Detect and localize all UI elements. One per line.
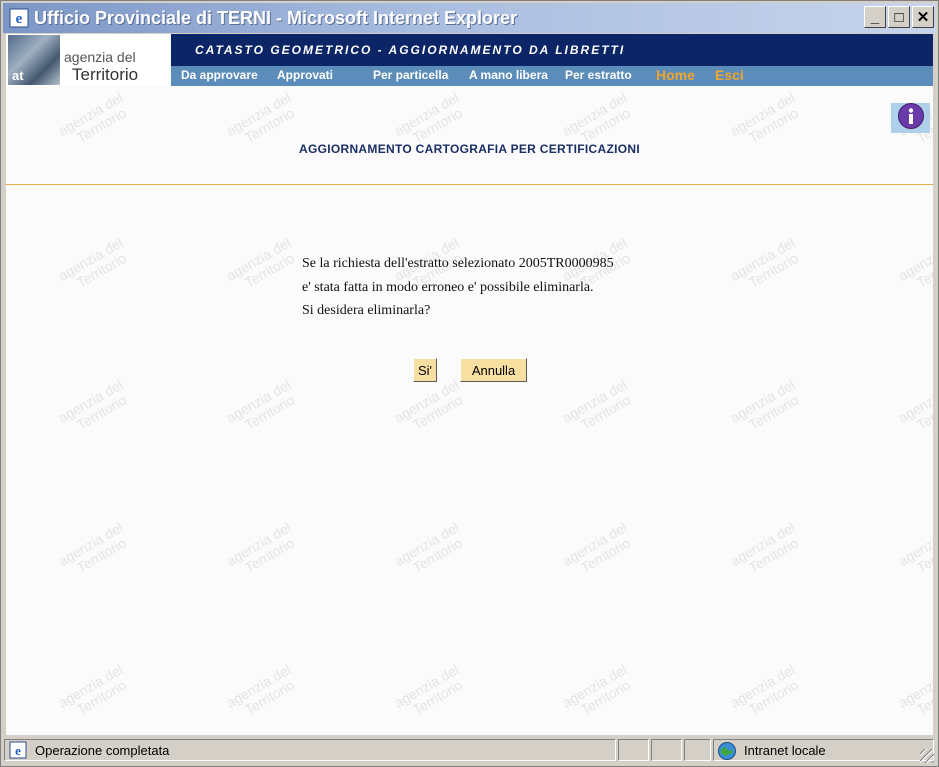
svg-text:e: e bbox=[16, 11, 23, 27]
status-text: Operazione completata bbox=[35, 743, 170, 758]
banner-title: CATASTO GEOMETRICO - AGGIORNAMENTO DA LI… bbox=[195, 43, 626, 57]
menu-per-particella[interactable]: Per particella bbox=[373, 68, 448, 82]
watermark-logo: agenzia del Territorio bbox=[727, 376, 801, 437]
watermark-logo: agenzia del Territorio bbox=[223, 376, 297, 437]
menu-a-mano-libera[interactable]: A mano libera bbox=[469, 68, 548, 82]
logo-line2: Territorio bbox=[72, 65, 139, 84]
zone-text: Intranet locale bbox=[744, 743, 826, 758]
maximize-button[interactable]: □ bbox=[888, 6, 910, 28]
watermark-logo: agenzia del Territorio bbox=[727, 234, 801, 295]
info-icon bbox=[897, 102, 925, 135]
site-header: at agenzia del Territorio CATASTO GEOMET… bbox=[6, 34, 933, 86]
menu-per-estratto[interactable]: Per estratto bbox=[565, 68, 632, 82]
menu-esci[interactable]: Esci bbox=[715, 67, 744, 83]
window-title: Ufficio Provinciale di TERNI - Microsoft… bbox=[34, 7, 518, 28]
page-content: agenzia del Territorio agenzia del Territ… bbox=[6, 34, 933, 735]
watermark-logo: agenzia del Territorio bbox=[727, 661, 801, 722]
resize-grip[interactable] bbox=[920, 749, 934, 763]
ie-page-icon: e bbox=[9, 741, 27, 764]
watermark-logo: agenzia del Territorio bbox=[55, 376, 129, 437]
close-button[interactable]: ✕ bbox=[912, 6, 934, 28]
watermark-logo: agenzia del Territorio bbox=[559, 519, 633, 580]
status-panel bbox=[684, 739, 711, 761]
message-line: Se la richiesta dell'estratto selezionat… bbox=[302, 256, 614, 271]
info-button[interactable] bbox=[891, 102, 930, 135]
confirm-message: Se la richiesta dell'estratto selezionat… bbox=[302, 252, 614, 323]
ie-icon: e bbox=[8, 7, 30, 29]
divider bbox=[6, 184, 933, 185]
message-line: e' stata fatta in modo erroneo e' possib… bbox=[302, 279, 594, 295]
watermark-logo: agenzia del Territorio bbox=[55, 234, 129, 295]
banner: CATASTO GEOMETRICO - AGGIORNAMENTO DA LI… bbox=[171, 34, 933, 66]
menu-home[interactable]: Home bbox=[656, 67, 695, 83]
watermark-logo: agenzia del Territorio bbox=[559, 661, 633, 722]
globe-icon bbox=[717, 741, 737, 766]
watermark-logo: agenzia del Territorio bbox=[391, 519, 465, 580]
watermark-logo: agenzia del Territorio bbox=[895, 234, 933, 291]
minimize-button[interactable]: _ bbox=[864, 6, 886, 28]
watermark-logo: agenzia del Territorio bbox=[559, 376, 633, 437]
status-bar: e Operazione completata Intranet locale bbox=[3, 737, 936, 765]
page-title: AGGIORNAMENTO CARTOGRAFIA PER CERTIFICAZ… bbox=[299, 142, 640, 156]
watermark-logo: agenzia del Territorio bbox=[223, 661, 297, 722]
watermark-logo: agenzia del Territorio bbox=[895, 661, 933, 718]
watermark-logo: agenzia del Territorio bbox=[559, 89, 633, 150]
watermark-logo: agenzia del Territorio bbox=[895, 376, 933, 433]
watermark-logo: agenzia del Territorio bbox=[55, 89, 129, 150]
title-bar: e Ufficio Provinciale di TERNI - Microso… bbox=[3, 3, 936, 33]
menu-approvati[interactable]: Approvati bbox=[277, 68, 333, 82]
nav-menu: Da approvare Approvati Per particella A … bbox=[171, 66, 933, 86]
status-panel bbox=[651, 739, 682, 761]
svg-text:e: e bbox=[15, 743, 21, 758]
watermark-layer: agenzia del Territorio agenzia del Territ… bbox=[6, 34, 933, 735]
watermark-logo: agenzia del Territorio bbox=[895, 519, 933, 576]
cancel-button[interactable]: Annulla bbox=[460, 358, 527, 382]
agency-logo[interactable]: at agenzia del Territorio bbox=[6, 34, 170, 86]
browser-window: e Ufficio Provinciale di TERNI - Microso… bbox=[0, 0, 939, 767]
watermark-logo: agenzia del Territorio bbox=[223, 519, 297, 580]
watermark-logo: agenzia del Territorio bbox=[727, 519, 801, 580]
logo-badge: at bbox=[12, 68, 24, 83]
status-panel bbox=[618, 739, 649, 761]
watermark-logo: agenzia del Territorio bbox=[55, 519, 129, 580]
watermark-logo: agenzia del Territorio bbox=[391, 661, 465, 722]
watermark-logo: agenzia del Territorio bbox=[223, 89, 297, 150]
confirm-button[interactable]: Si' bbox=[413, 358, 437, 382]
menu-da-approvare[interactable]: Da approvare bbox=[181, 68, 258, 82]
watermark-logo: agenzia del Territorio bbox=[55, 661, 129, 722]
watermark-logo: agenzia del Territorio bbox=[391, 89, 465, 150]
logo-line1: agenzia del bbox=[64, 49, 136, 65]
watermark-logo: agenzia del Territorio bbox=[727, 89, 801, 150]
message-line: Si desidera eliminarla? bbox=[302, 303, 431, 318]
